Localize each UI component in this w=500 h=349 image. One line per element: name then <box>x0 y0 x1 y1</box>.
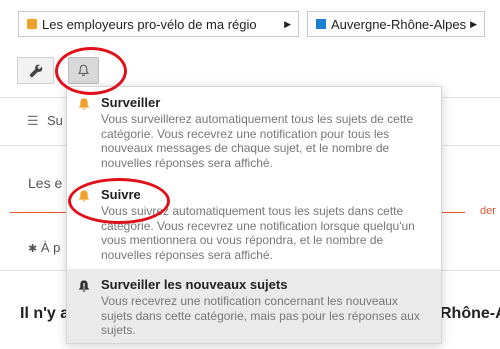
option-watching-first-post[interactable]: Surveiller les nouveaux sujets Vous rece… <box>67 269 441 343</box>
caret-right-icon: ▶ <box>284 18 291 29</box>
category-breadcrumb-label: Les employeurs pro-vélo de ma régio <box>42 16 257 32</box>
option-watching[interactable]: Surveiller Vous surveillerez automatique… <box>67 95 441 170</box>
annotation-circle <box>55 47 127 95</box>
new-topics-label: der <box>480 205 496 217</box>
subcategory-breadcrumb-label: Auvergne-Rhône-Alpes <box>331 16 467 32</box>
subcategory-breadcrumb-dropdown[interactable]: Auvergne-Rhône-Alpes ▶ <box>307 11 485 37</box>
topic-list-text: Les e <box>28 175 63 191</box>
no-topics-message: Il n'y a <box>20 305 70 322</box>
bell-icon <box>78 98 90 110</box>
no-topics-message-tail: Rhône-A <box>440 305 500 322</box>
pinned-label: À p <box>40 240 61 255</box>
option-title: Surveiller <box>101 95 161 110</box>
annotation-circle <box>68 178 170 224</box>
category-admin-button[interactable] <box>17 57 54 84</box>
wrench-icon <box>29 64 42 77</box>
bell-exclamation-icon <box>78 280 90 292</box>
option-title: Surveiller les nouveaux sujets <box>101 277 288 292</box>
list-icon: ☰ <box>27 113 39 128</box>
category-breadcrumb-dropdown[interactable]: Les employeurs pro-vélo de ma régio ▶ <box>18 11 299 37</box>
option-description: Vous surveillerez automatiquement tous l… <box>101 112 414 170</box>
subcategory-color-square <box>316 19 326 29</box>
pinned-topic-text: ✱ À p <box>28 240 60 255</box>
caret-right-icon: ▶ <box>470 18 477 29</box>
option-description: Vous recevrez une notification concernan… <box>101 294 420 337</box>
category-color-square <box>27 19 37 29</box>
nav-text[interactable]: Su <box>47 113 63 128</box>
pin-icon: ✱ <box>28 243 38 255</box>
